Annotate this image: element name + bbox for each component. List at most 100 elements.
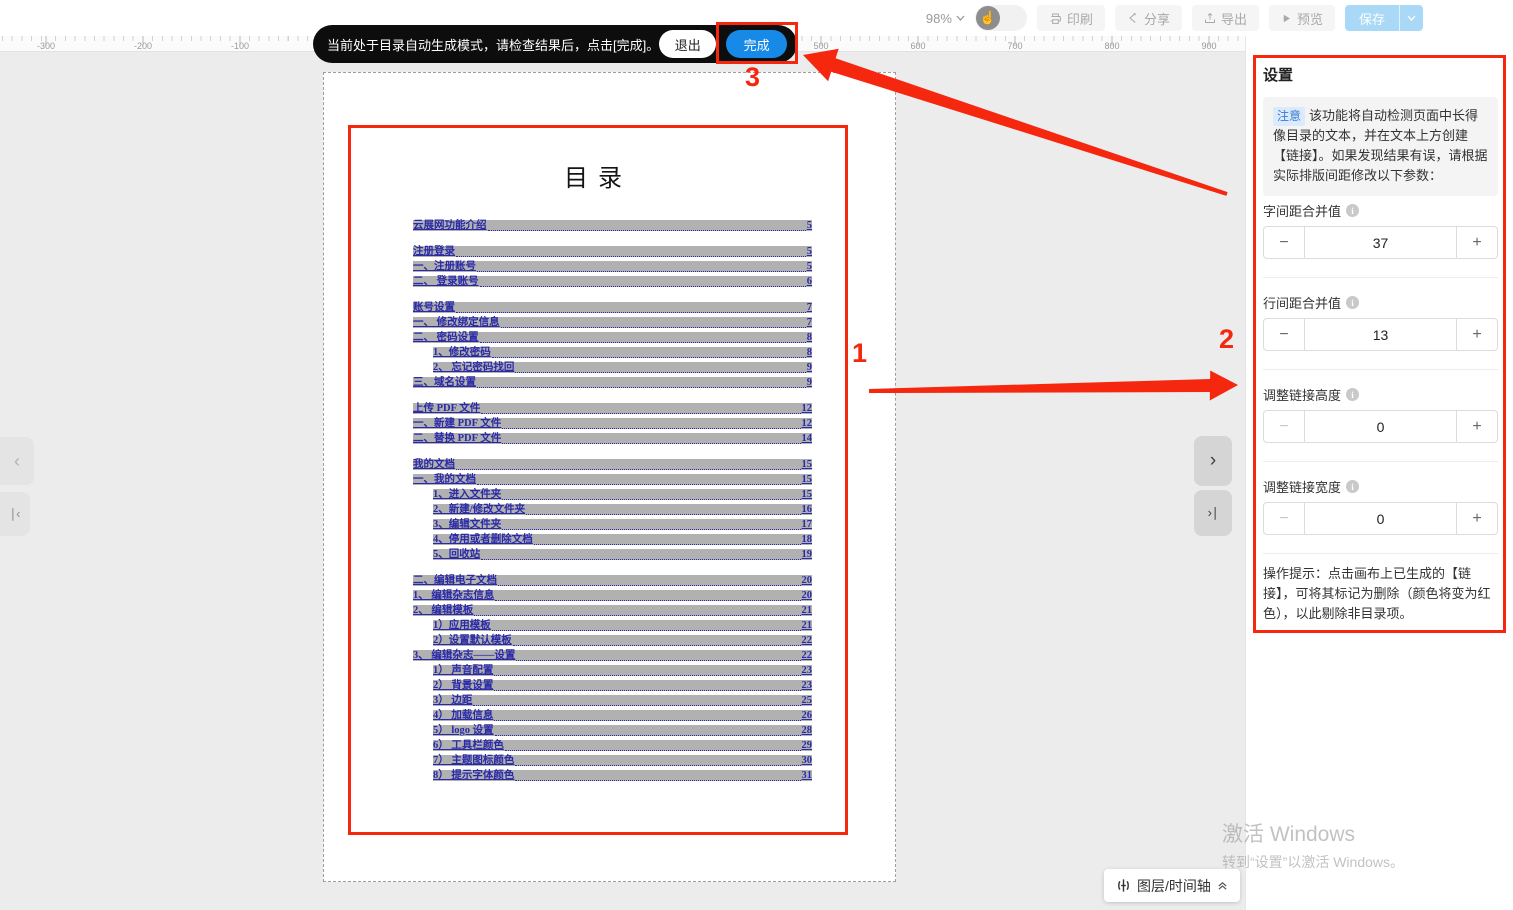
prev-page-button[interactable]: ‹ [0, 437, 34, 485]
minus-button[interactable]: − [1264, 319, 1304, 350]
toc-entry[interactable]: 7） 主题图标颜色30 [433, 755, 812, 766]
toc-mode-notification-bar: 当前处于目录自动生成模式，请检查结果后，点击[完成]。 退出 完成 [313, 25, 797, 63]
chevron-left-icon: ‹ [14, 451, 20, 472]
toc-entry-page: 28 [802, 725, 813, 736]
toc-entry[interactable]: 3、编辑文件夹17 [433, 519, 812, 530]
plus-button[interactable]: + [1457, 411, 1497, 442]
toc-entry[interactable]: 二、替换 PDF 文件14 [413, 433, 812, 444]
minus-button[interactable]: − [1264, 503, 1304, 534]
toc-entry-text: 1、进入文件夹 [433, 489, 501, 500]
toc-entry[interactable]: 我的文档15 [413, 459, 812, 470]
ruler-label: -200 [134, 41, 152, 51]
minus-button[interactable]: − [1264, 227, 1304, 258]
hand-mode-toggle[interactable]: ☝ [975, 5, 1027, 31]
toc-entry[interactable]: 2）设置默认模板22 [433, 635, 812, 646]
toc-entry[interactable]: 1、 编辑杂志信息 20 [413, 590, 812, 601]
dotted-leader [502, 420, 800, 429]
dotted-leader [501, 319, 806, 328]
toc-entry-page: 22 [802, 650, 813, 661]
preview-button[interactable]: 预览 [1269, 5, 1335, 31]
dotted-leader [513, 637, 801, 646]
toc-entry[interactable]: 3） 边距25 [433, 695, 812, 706]
plus-button[interactable]: + [1457, 503, 1497, 534]
toc-entry[interactable]: 1） 声音配置23 [433, 665, 812, 676]
toc-entry-text: 6） 工具栏颜色 [433, 740, 504, 751]
info-icon[interactable]: i [1346, 388, 1359, 401]
zoom-level-dropdown[interactable]: 98% [926, 11, 965, 26]
dotted-leader [480, 334, 806, 343]
toc-group: 上传 PDF 文件12 一、新建 PDF 文件12 二、替换 PDF 文件14 [413, 403, 812, 444]
toc-entry-page: 9 [807, 362, 812, 373]
toc-group: 云展网功能介绍5 [413, 220, 812, 231]
toc-entry[interactable]: 3、 编辑杂志——设置22 [413, 650, 812, 661]
toc-entry[interactable]: 一、 修改绑定信息7 [413, 317, 812, 328]
toc-entry[interactable]: 1、进入文件夹15 [433, 489, 812, 500]
toc-entry[interactable]: 5、回收站19 [433, 549, 812, 560]
toc-entry-page: 8 [807, 347, 812, 358]
toc-entry[interactable]: 二、 登录账号6 [413, 276, 812, 287]
toc-entry[interactable]: 2、 忘记密码找回9 [433, 362, 812, 373]
double-chevron-up-icon [1217, 881, 1228, 891]
operation-tip: 操作提示：点击画布上已生成的【链接】，可将其标记为删除（颜色将变为红色），以此剔… [1263, 564, 1500, 624]
toc-entry[interactable]: 一、新建 PDF 文件12 [413, 418, 812, 429]
info-icon[interactable]: i [1346, 480, 1359, 493]
toc-entry[interactable]: 4、停用或者删除文档18 [433, 534, 812, 545]
link-height-value[interactable]: 0 [1304, 411, 1457, 442]
canvas-workspace[interactable]: 目录 云展网功能介绍5注册登录5一、注册账号5二、 登录账号6账号设置7一、 修… [0, 52, 1245, 910]
dotted-leader [481, 551, 800, 560]
toc-entry[interactable]: 一、我的文档15 [413, 474, 812, 485]
save-dropdown-caret[interactable] [1399, 5, 1423, 31]
toc-entry[interactable]: 注册登录5 [413, 246, 812, 257]
plus-button[interactable]: + [1457, 227, 1497, 258]
toc-entry[interactable]: 二、 密码设置8 [413, 332, 812, 343]
share-button[interactable]: 分享 [1115, 5, 1182, 31]
toc-entry[interactable]: 上传 PDF 文件12 [413, 403, 812, 414]
settings-notice: 注意该功能将自动检测页面中长得像目录的文本，并在文本上方创建【链接】。如果发现结… [1263, 97, 1498, 196]
toc-entry-page: 20 [802, 590, 813, 601]
toc-entry[interactable]: 1、修改密码8 [433, 347, 812, 358]
toc-entry-page: 5 [807, 261, 812, 272]
link-height-stepper: − 0 + [1263, 410, 1498, 443]
last-page-button[interactable]: ›∣ [1194, 490, 1232, 536]
link-width-value[interactable]: 0 [1304, 503, 1457, 534]
toc-entry[interactable]: 1）应用模板21 [433, 620, 812, 631]
toc-entry[interactable]: 云展网功能介绍5 [413, 220, 812, 231]
line-spacing-label: 行间距合并值 i [1263, 293, 1359, 312]
done-button[interactable]: 完成 [726, 30, 787, 58]
print-button[interactable]: 印刷 [1037, 5, 1105, 31]
save-button[interactable]: 保存 [1345, 5, 1423, 31]
toc-entry[interactable]: 三、域名设置9 [413, 377, 812, 388]
ruler-label: 700 [1007, 41, 1022, 51]
toc-entry[interactable]: 8） 提示字体颜色31 [433, 770, 812, 781]
toc-entry[interactable]: 5） logo 设置 28 [433, 725, 812, 736]
first-page-button[interactable]: ∣‹ [0, 492, 30, 536]
toc-entry-page: 25 [802, 695, 813, 706]
toc-group: 二、编辑电子文档20 1、 编辑杂志信息 20 2、 编辑模板21 1）应用模板21 2）… [413, 575, 812, 781]
toc-entry[interactable]: 2） 背景设置23 [433, 680, 812, 691]
toc-entry[interactable]: 6） 工具栏颜色29 [433, 740, 812, 751]
plus-button[interactable]: + [1457, 319, 1497, 350]
zoom-level-value: 98% [926, 11, 952, 26]
next-page-button[interactable]: › [1194, 436, 1232, 486]
line-spacing-value[interactable]: 13 [1304, 319, 1457, 350]
toc-entry-page: 7 [807, 302, 812, 313]
toc-entry[interactable]: 账号设置7 [413, 302, 812, 313]
toc-entry[interactable]: 2、新建/修改文件夹16 [433, 504, 812, 515]
toc-entry[interactable]: 一、注册账号5 [413, 261, 812, 272]
layers-timeline-button[interactable]: 图层/时间轴 [1104, 869, 1240, 902]
info-icon[interactable]: i [1346, 296, 1359, 309]
exit-button[interactable]: 退出 [659, 30, 716, 58]
toc-entry-text: 2、新建/修改文件夹 [433, 504, 525, 515]
toc-entry-text: 5） logo 设置 [433, 725, 494, 736]
chevron-down-icon [956, 15, 965, 21]
toc-entry-text: 2） 背景设置 [433, 680, 493, 691]
toc-list: 云展网功能介绍5 注册登录5 一、注册账号5 二、 登录账号6 账号设置7 一、 修改绑定… [413, 220, 812, 796]
toc-entry[interactable]: 二、编辑电子文档20 [413, 575, 812, 586]
info-icon[interactable]: i [1346, 204, 1359, 217]
toc-entry-text: 1、 编辑杂志信息 [413, 590, 494, 601]
toc-entry[interactable]: 2、 编辑模板21 [413, 605, 812, 616]
toc-entry[interactable]: 4） 加载信息26 [433, 710, 812, 721]
export-button[interactable]: 导出 [1192, 5, 1259, 31]
char-spacing-value[interactable]: 37 [1304, 227, 1457, 258]
minus-button[interactable]: − [1264, 411, 1304, 442]
